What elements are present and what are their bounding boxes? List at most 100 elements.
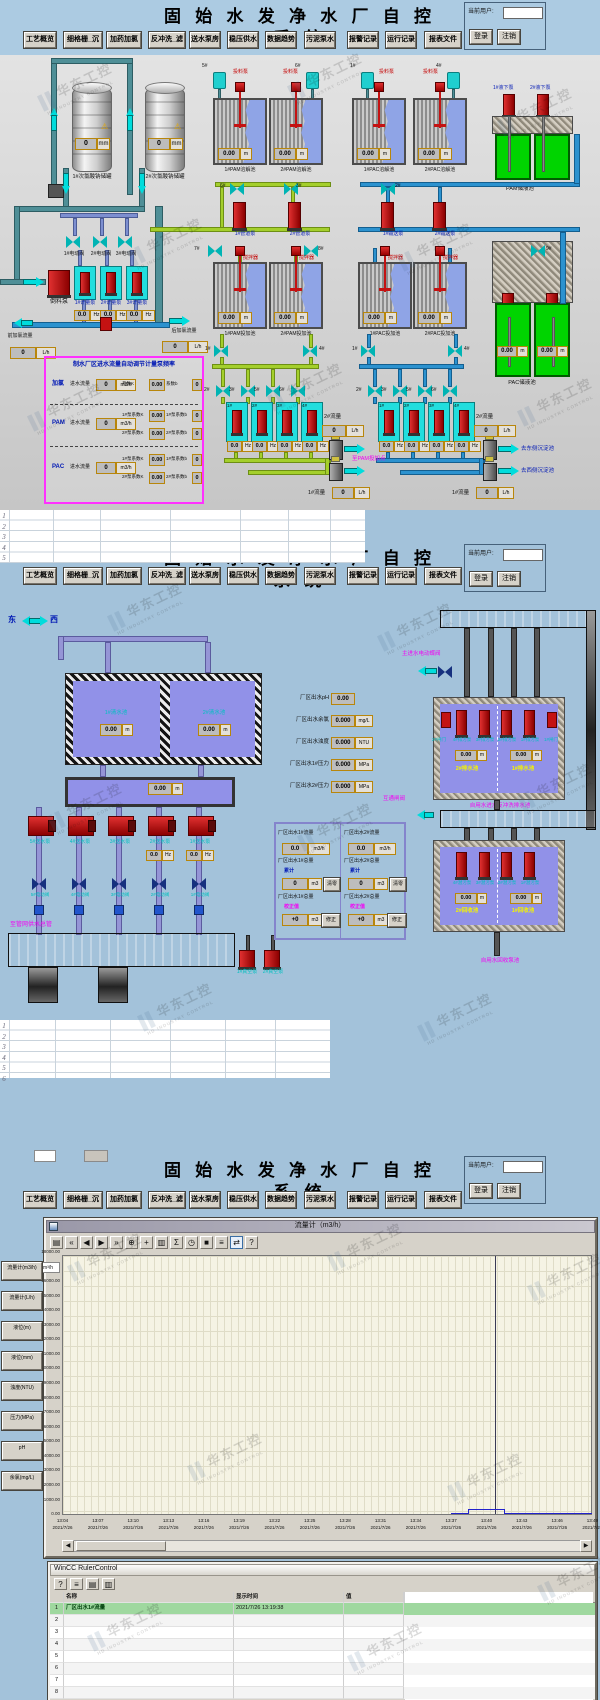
coef-k-value[interactable]: 0.00: [149, 454, 165, 466]
trend-toolbar-pan-button[interactable]: +: [140, 1236, 153, 1249]
logout-button[interactable]: 注销: [498, 30, 520, 44]
toolbar-button-4-s2[interactable]: 送水泵房: [190, 568, 220, 584]
valve-icon[interactable]: [393, 385, 407, 397]
ruler-toolbar-print-button[interactable]: ≡: [70, 1578, 83, 1590]
trend-group-button-1[interactable]: 流量计(L/h): [2, 1292, 42, 1310]
valve-icon[interactable]: [118, 236, 132, 248]
toolbar-button-5-s2[interactable]: 稳压供水: [228, 568, 258, 584]
toolbar-button-0-s3[interactable]: 工艺概览: [24, 1192, 56, 1208]
circuit-pump-icon[interactable]: [433, 202, 446, 229]
valve-icon[interactable]: [216, 385, 230, 397]
trend-toolbar-zoom-in-button[interactable]: ⊕: [125, 1236, 138, 1249]
coef-k-value[interactable]: 0.00: [149, 472, 165, 484]
valve-icon[interactable]: [368, 385, 382, 397]
toolbar-button-1-s2[interactable]: 细格栅_沉淀池: [64, 568, 102, 584]
trend-toolbar-help-button[interactable]: ?: [245, 1236, 258, 1249]
toolbar-button-10-s1[interactable]: 报表文件夹: [425, 32, 461, 48]
coef-k-value[interactable]: 0.00: [149, 379, 165, 391]
logout-button[interactable]: 注销: [498, 572, 520, 586]
toolbar-button-7-s3[interactable]: 污泥泵水: [305, 1192, 335, 1208]
vacuum-pump-icon[interactable]: [264, 950, 280, 968]
current-user-input[interactable]: [503, 1161, 543, 1173]
valve-icon[interactable]: [208, 245, 222, 257]
toolbar-button-2-s3[interactable]: 加药加氯: [107, 1192, 141, 1208]
toolbar-button-10-s3[interactable]: 报表文件夹: [425, 1192, 461, 1208]
drain-pump-icon[interactable]: [501, 710, 512, 736]
panel-flow-value[interactable]: 0: [96, 462, 116, 474]
valve-icon[interactable]: [214, 345, 228, 357]
toolbar-button-7-s2[interactable]: 污泥泵水: [305, 568, 335, 584]
valve-icon[interactable]: [438, 666, 452, 678]
toolbar-button-5-s3[interactable]: 稳压供水: [228, 1192, 258, 1208]
toolbar-button-5-s1[interactable]: 稳压供水: [228, 32, 258, 48]
valve-icon[interactable]: [72, 878, 86, 890]
toolbar-button-0-s2[interactable]: 工艺概览: [24, 568, 56, 584]
trend-toolbar-last-button[interactable]: »: [110, 1236, 123, 1249]
coef-b-value[interactable]: 0: [192, 472, 202, 484]
trend-group-button-3[interactable]: 液位(mm): [2, 1352, 42, 1370]
apply-adjust-button[interactable]: 修正: [322, 914, 340, 927]
toolbar-button-7-s1[interactable]: 污泥泵水: [305, 32, 335, 48]
gate-valve-icon[interactable]: [441, 712, 451, 728]
trend-ruler-line[interactable]: [495, 1256, 496, 1514]
valve-icon[interactable]: [448, 345, 462, 357]
toolbar-button-8-s1[interactable]: 报警记录: [348, 32, 378, 48]
toolbar-button-3-s1[interactable]: 反冲洗_滤池: [149, 32, 185, 48]
toolbar-button-4-s1[interactable]: 送水泵房: [190, 32, 220, 48]
trend-toolbar-prev-button[interactable]: ◀: [80, 1236, 93, 1249]
recycle-pump-icon[interactable]: [479, 852, 490, 878]
trend-group-button-2[interactable]: 液位(m): [2, 1322, 42, 1340]
circuit-pump-icon[interactable]: [288, 202, 301, 229]
transfer-pump-icon[interactable]: [48, 270, 70, 296]
adjust-value[interactable]: +0: [282, 914, 308, 926]
trend-toolbar-next-button[interactable]: ▶: [95, 1236, 108, 1249]
valve-icon[interactable]: [418, 385, 432, 397]
toolbar-button-4-s3[interactable]: 送水泵房: [190, 1192, 220, 1208]
panel-flow-value[interactable]: 0: [96, 379, 116, 391]
coef-k-value[interactable]: 0.00: [149, 410, 165, 422]
clear-total-button[interactable]: 清零: [324, 878, 340, 891]
valve-icon[interactable]: [443, 385, 457, 397]
coef-k-value[interactable]: 0.00: [149, 428, 165, 440]
toolbar-button-6-s1[interactable]: 数据趋势: [266, 32, 296, 48]
valve-icon[interactable]: [66, 236, 80, 248]
valve-icon[interactable]: [93, 236, 107, 248]
submersible-pump-icon[interactable]: [503, 94, 515, 116]
trend-group-button-4[interactable]: 浊度(NTU): [2, 1382, 42, 1400]
trend-toolbar-first-button[interactable]: «: [65, 1236, 78, 1249]
drain-pump-icon[interactable]: [479, 710, 490, 736]
adjust-value[interactable]: +0: [348, 914, 374, 926]
toolbar-button-9-s2[interactable]: 运行记录: [386, 568, 416, 584]
valve-icon[interactable]: [241, 385, 255, 397]
trend-toolbar-export-button[interactable]: ▤: [50, 1236, 63, 1249]
drain-pump-icon[interactable]: [524, 710, 535, 736]
toolbar-button-1-s3[interactable]: 细格栅_沉淀池: [64, 1192, 102, 1208]
login-button[interactable]: 登录: [470, 572, 492, 586]
trend-group-button-7[interactable]: 余氯(mg/L): [2, 1472, 42, 1490]
toolbar-button-9-s3[interactable]: 运行记录: [386, 1192, 416, 1208]
valve-icon[interactable]: [192, 878, 206, 890]
valve-icon[interactable]: [303, 345, 317, 357]
trend-plot-area[interactable]: [62, 1255, 592, 1515]
drain-pump-icon[interactable]: [456, 710, 467, 736]
trend-toolbar-statistics-button[interactable]: Σ: [170, 1236, 183, 1249]
toolbar-button-6-s3[interactable]: 数据趋势: [266, 1192, 296, 1208]
trend-toolbar-stop-button[interactable]: ■: [200, 1236, 213, 1249]
coef-b-value[interactable]: 0: [192, 454, 202, 466]
toolbar-button-2-s1[interactable]: 加药加氯: [107, 32, 141, 48]
circuit-pump-icon[interactable]: [233, 202, 246, 229]
valve-icon[interactable]: [152, 878, 166, 890]
gate-valve-icon[interactable]: [547, 712, 557, 728]
spreadsheet-strip[interactable]: [0, 510, 365, 563]
ruler-toolbar-help-button[interactable]: ?: [54, 1578, 67, 1590]
valve-icon[interactable]: [266, 385, 280, 397]
scrollbar-thumb[interactable]: [76, 1541, 166, 1551]
toolbar-button-1-s1[interactable]: 细格栅_沉淀池: [64, 32, 102, 48]
ruler-toolbar-export-button[interactable]: ▤: [86, 1578, 99, 1590]
scrollbar-left-arrow[interactable]: ◀: [62, 1540, 74, 1552]
login-button[interactable]: 登录: [470, 1184, 492, 1198]
trend-toolbar-grid-button[interactable]: ▥: [155, 1236, 168, 1249]
trend-group-button-5[interactable]: 压力(MPa): [2, 1412, 42, 1430]
recycle-pump-icon[interactable]: [501, 852, 512, 878]
toolbar-button-2-s2[interactable]: 加药加氯: [107, 568, 141, 584]
